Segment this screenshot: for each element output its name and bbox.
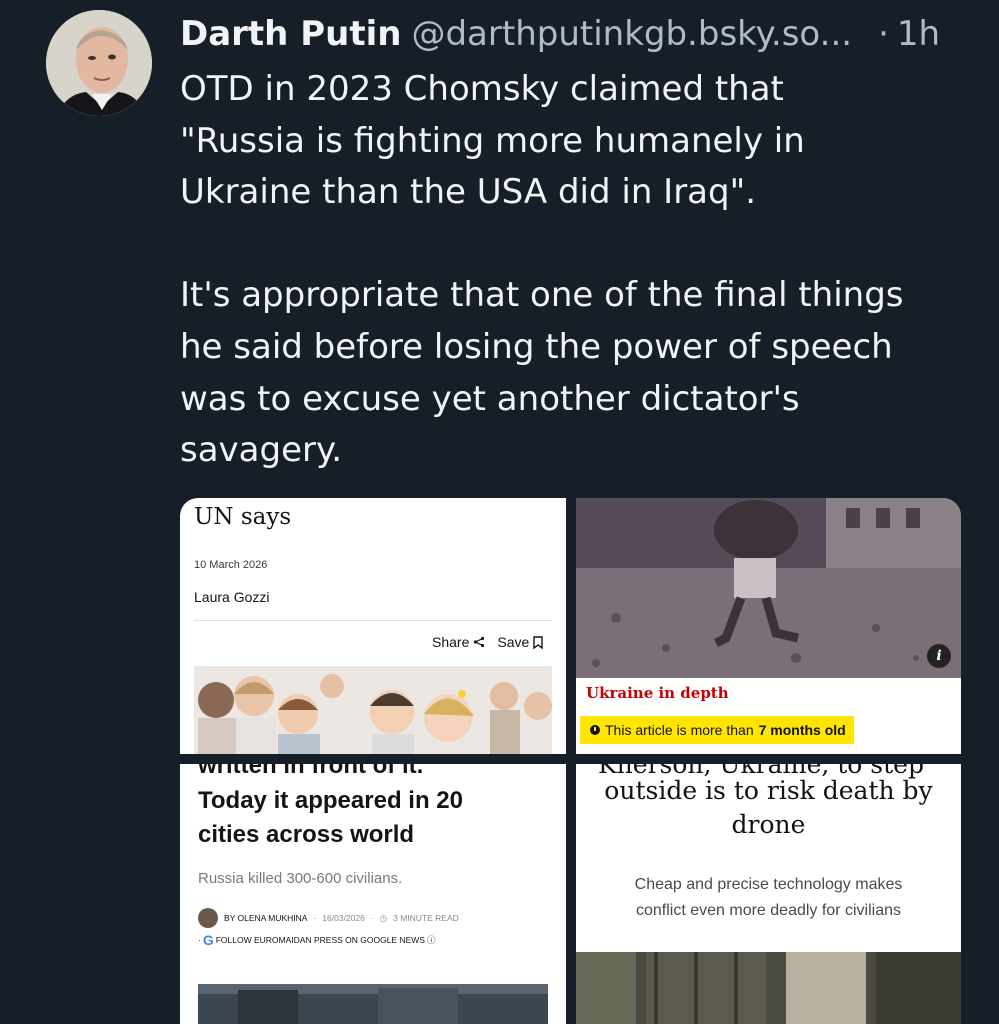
building-photo <box>576 952 961 1024</box>
author-avatar-small <box>198 908 218 928</box>
subhead-line: Cheap and precise technology makes <box>634 876 903 893</box>
age-value: 7 months old <box>758 722 846 738</box>
article-author: Laura Gozzi <box>194 589 270 605</box>
author-display-name[interactable]: Darth Putin <box>180 12 401 56</box>
headline-line: outside is to risk death by <box>604 776 933 805</box>
bookmark-icon <box>533 635 543 649</box>
bullet: · <box>198 935 201 945</box>
author-avatar[interactable] <box>46 10 152 116</box>
post-text: OTD in 2023 Chomsky claimed that "Russia… <box>180 64 970 477</box>
children-photo <box>194 666 552 754</box>
article-byline: BY OLENA MUKHINA · 16/03/2026 · ◷ 3 MINU… <box>198 908 459 928</box>
post-text-line: Ukraine than the USA did in Iraq". <box>180 172 757 213</box>
image-tile-guardian-headline[interactable]: Kherson, Ukraine, to step outside is to … <box>576 764 961 1024</box>
post[interactable]: Darth Putin @darthputinkgb.bsky.so... · … <box>0 0 999 1024</box>
headline-line: Today it appeared in 20 <box>198 787 463 814</box>
meta-separator: · <box>313 913 317 923</box>
section-label: Ukraine in depth <box>586 684 729 702</box>
post-header: Darth Putin @darthputinkgb.bsky.so... · … <box>180 12 980 56</box>
save-label: Save <box>497 634 530 650</box>
age-prefix: This article is more than <box>605 722 754 738</box>
follow-google-news: · G FOLLOW EUROMAIDAN PRESS ON GOOGLE NE… <box>198 932 435 948</box>
cut-off-text <box>180 498 566 502</box>
street-photo <box>198 984 548 1024</box>
author-handle[interactable]: @darthputinkgb.bsky.so... <box>411 12 852 56</box>
post-text-line: "Russia is fighting more humanely in <box>180 120 805 161</box>
clock-icon: ◷ <box>379 912 388 923</box>
post-text-line: he said before losing the power of speec… <box>180 326 893 367</box>
post-text-line: OTD in 2023 Chomsky claimed that <box>180 69 784 109</box>
article-age-badge: This article is more than 7 months old <box>580 716 854 744</box>
street-photo-image <box>198 984 548 1024</box>
info-button[interactable]: i <box>927 644 951 668</box>
divider <box>194 620 552 621</box>
rubble-street-photo <box>576 498 961 678</box>
read-time: 3 MINUTE READ <box>393 913 459 923</box>
children-photo-image <box>194 666 552 754</box>
article-date: 10 March 2026 <box>194 559 268 571</box>
meta-separator: · <box>370 913 374 923</box>
post-text-line: It's appropriate that one of the final t… <box>180 275 904 316</box>
cut-off-text: written in front of it. <box>198 764 424 779</box>
follow-label: FOLLOW EUROMAIDAN PRESS ON GOOGLE NEWS <box>215 935 425 945</box>
post-text-line: was to excuse yet another dictator's <box>180 378 800 419</box>
google-icon: G <box>202 932 214 948</box>
image-grid: UN says 10 March 2026 Laura Gozzi Share … <box>180 498 961 1024</box>
article-subhead: Cheap and precise technology makes confl… <box>576 872 961 924</box>
clock-icon <box>590 725 600 735</box>
header-separator: · <box>878 14 889 54</box>
share-icon <box>474 636 485 648</box>
article-headline: UN says <box>194 504 292 530</box>
post-text-line: savagery. <box>180 430 343 471</box>
image-tile-guardian-photo[interactable]: i Ukraine in depth This article is more … <box>576 498 961 754</box>
image-tile-euromaidan[interactable]: written in front of it. Today it appeare… <box>180 764 566 1024</box>
building-photo-image <box>576 952 961 1024</box>
article-headline: Today it appeared in 20 cities across wo… <box>198 784 548 852</box>
headline-line: cities across world <box>198 821 415 848</box>
post-timestamp[interactable]: 1h <box>897 12 940 56</box>
share-label: Share <box>432 634 470 650</box>
article-subhead: Russia killed 300-600 civilians. <box>198 870 403 887</box>
subhead-line: conflict even more deadly for civilians <box>635 902 901 919</box>
rubble-street-photo-image <box>576 498 961 678</box>
byline: BY OLENA MUKHINA <box>224 913 308 923</box>
info-circle-icon: ⓘ <box>426 935 436 945</box>
share-save-bar: Share Save <box>432 634 543 650</box>
headline-line: drone <box>731 810 806 839</box>
image-tile-bbc[interactable]: UN says 10 March 2026 Laura Gozzi Share … <box>180 498 566 754</box>
article-headline: outside is to risk death by drone <box>576 774 961 842</box>
avatar-image <box>46 10 152 116</box>
article-date: 16/03/2026 <box>322 913 365 923</box>
